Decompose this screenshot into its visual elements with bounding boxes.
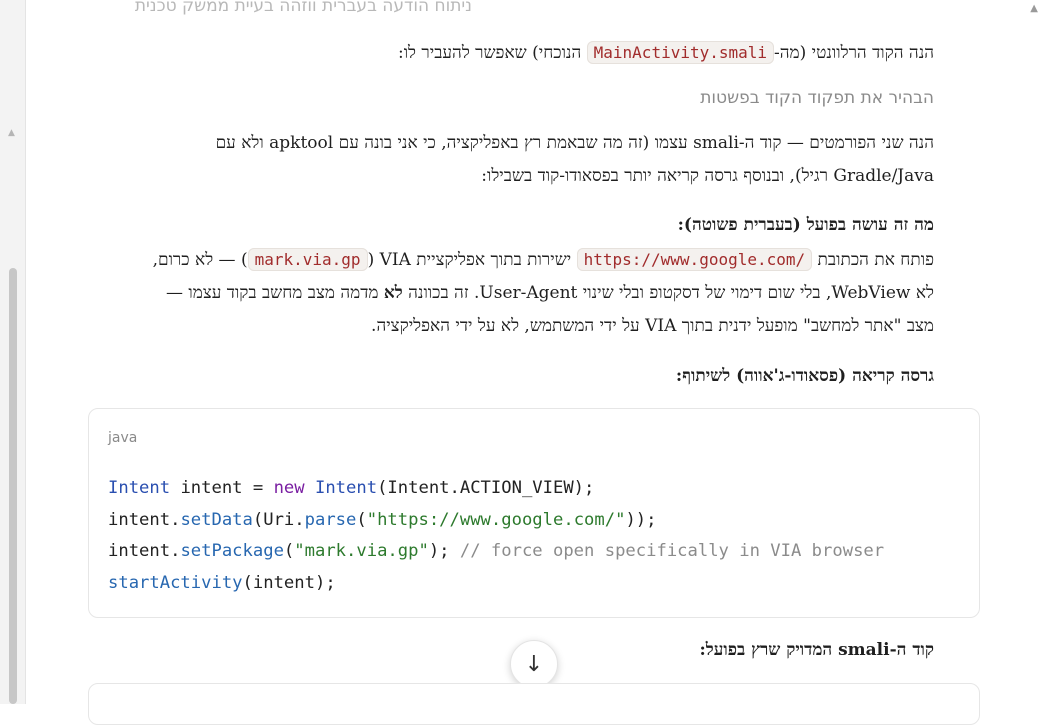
code-token: (intent); [242, 572, 336, 593]
code-token: ( [356, 509, 367, 530]
code-token: parse [304, 509, 357, 530]
code-line: intent.setPackage("mark.via.gp"); // for… [108, 536, 884, 568]
code-line: startActivity(intent); [108, 568, 884, 600]
code-token: new [273, 478, 305, 498]
paragraph-formats: הנה שני הפורמטים — קוד ה-smali עצמו (זה … [215, 133, 934, 186]
code-token: )); [625, 509, 657, 530]
code-language-label: java [108, 430, 138, 446]
code-block-java: java Intent intent = new Intent(Intent.A… [88, 408, 980, 618]
code-token: setData [180, 509, 253, 530]
heading-what-it-does: מה זה עושה בפועל (בעברית פשוטה): [677, 215, 934, 235]
code-token: "https://www.google.com/" [366, 509, 626, 530]
intro-line: הנה הקוד הרלוונטי (מה-MainActivity.smali… [397, 41, 934, 64]
faded-header-text: ניתוח הודעה בעברית ווזהה בעיית ממשק טכני… [134, 0, 472, 16]
triangle-up-icon[interactable]: ▲ [8, 128, 15, 138]
code-token: // force open specifically in VIA browse… [459, 541, 885, 561]
code-token: Intent [314, 478, 378, 498]
code-block-smali [88, 683, 980, 725]
code-token: (Intent.ACTION_VIEW); [377, 478, 595, 498]
code-line: intent.setData(Uri.parse("https://www.go… [108, 505, 884, 537]
code-token: setPackage [180, 541, 284, 561]
code-token: intent = [170, 478, 274, 498]
thinking-toggle[interactable]: הבהיר את תפקוד הקוד בפשטות [700, 88, 934, 108]
inline-code-mainactivity: MainActivity.smali [586, 41, 775, 64]
left-scrollbar-thumb[interactable] [9, 268, 17, 704]
code-token: intent. [108, 541, 181, 561]
code-token: ( [283, 541, 295, 561]
code-token: Intent [108, 478, 171, 498]
inline-code-url: https://www.google.com/ [576, 248, 813, 271]
arrow-down-icon[interactable]: ↓ [510, 640, 558, 688]
code-token: ); [428, 541, 460, 561]
paragraph-what-it-does: פותח את הכתובת https://www.google.com/ י… [152, 248, 934, 336]
intro-text-before: הנה הקוד הרלוונטי (מה- [774, 43, 934, 63]
code-token: (Uri. [252, 509, 305, 530]
scroll-up-icon[interactable]: ▲ [1030, 3, 1038, 14]
heading-pseudo-java: גרסה קריאה (פסאודו-ג'אווה) לשיתוף: [675, 366, 934, 386]
code-line: Intent intent = new Intent(Intent.ACTION… [108, 473, 884, 505]
inline-code-package: mark.via.gp [247, 248, 368, 271]
heading-smali-code: קוד ה-smali המדויק שרץ בפועל: [699, 640, 934, 660]
left-rail: ▲ [0, 0, 26, 704]
code-body[interactable]: Intent intent = new Intent(Intent.ACTION… [108, 473, 884, 599]
code-token: "mark.via.gp" [294, 541, 429, 561]
code-token: intent. [108, 509, 181, 530]
intro-text-after: הנוכחי) שאפשר להעביר לו: [397, 43, 587, 63]
code-token: startActivity [108, 572, 243, 593]
